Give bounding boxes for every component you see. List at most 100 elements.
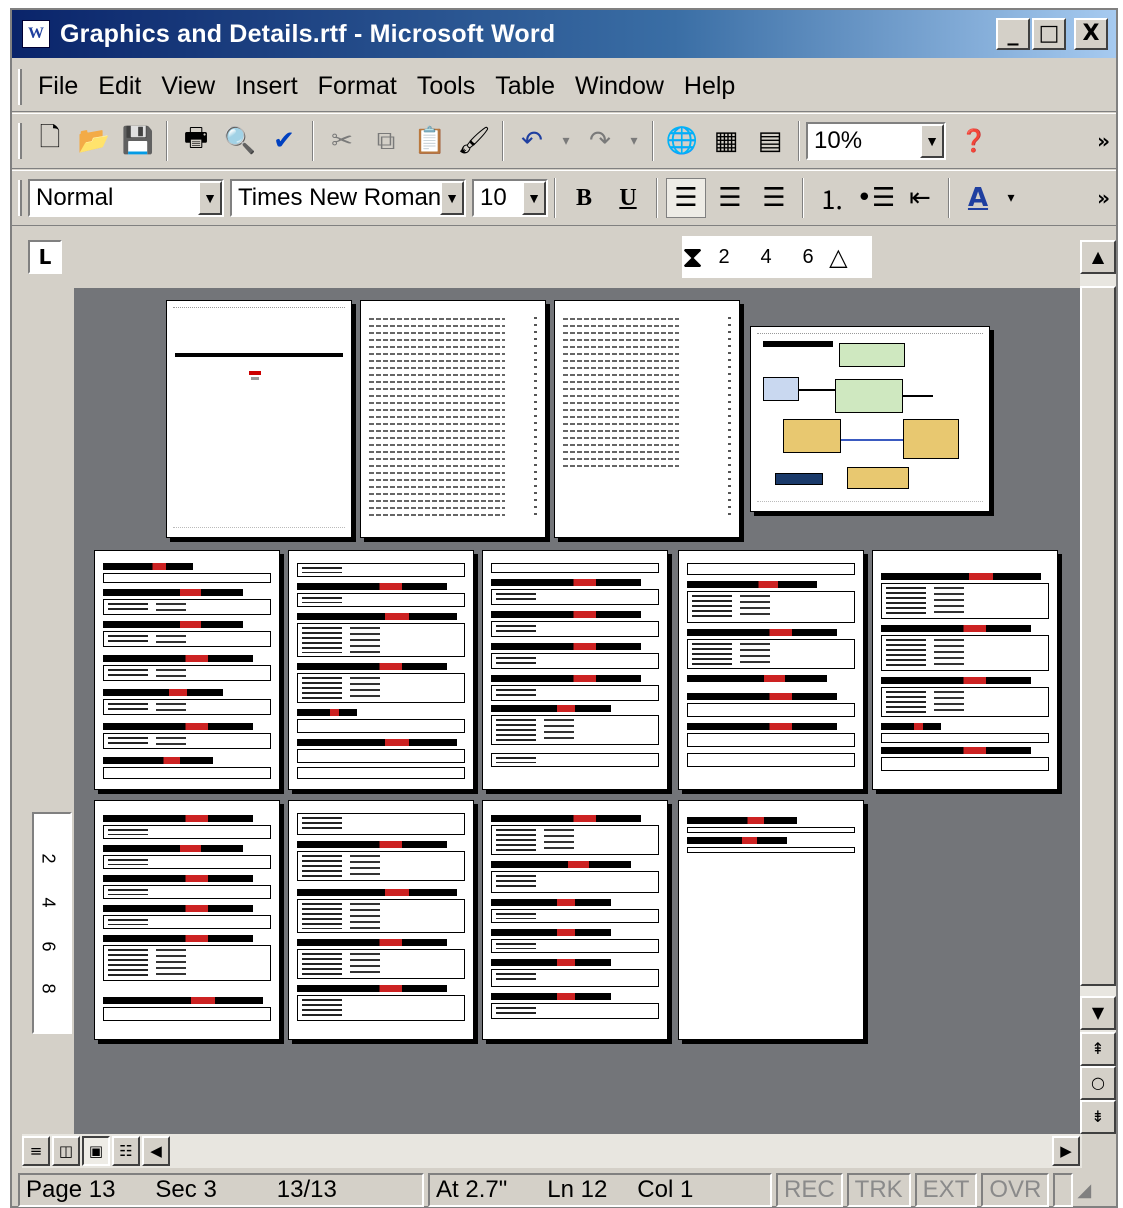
word-app-icon[interactable]: W: [22, 20, 50, 48]
scroll-thumb[interactable]: [1080, 286, 1116, 986]
bold-button[interactable]: B: [564, 178, 604, 218]
page-thumbnail-11[interactable]: [288, 800, 474, 1040]
print-layout-view-icon[interactable]: ▣: [82, 1136, 110, 1166]
page-thumbnail-1[interactable]: [166, 300, 352, 538]
menu-help[interactable]: Help: [674, 72, 745, 101]
align-right-icon[interactable]: ☰: [754, 178, 794, 218]
menu-table[interactable]: Table: [485, 72, 565, 101]
toolbar-overflow-icon[interactable]: »: [1097, 186, 1110, 210]
page-thumbnail-7[interactable]: [482, 550, 668, 790]
undo-dropdown-icon[interactable]: ▾: [556, 121, 576, 161]
page-thumbnail-10[interactable]: [94, 800, 280, 1040]
status-ovr[interactable]: OVR: [981, 1173, 1050, 1207]
menu-file[interactable]: File: [28, 72, 88, 101]
font-size-combo[interactable]: 10 ▼: [472, 179, 548, 217]
decrease-indent-icon[interactable]: ⇤: [900, 178, 940, 218]
vertical-scrollbar[interactable]: ▲ ▼ ⇞ ○ ⇟: [1080, 240, 1116, 1134]
form-block: [687, 733, 855, 747]
open-icon[interactable]: 📂: [74, 121, 114, 161]
page-thumbnail-4-diagram[interactable]: [750, 326, 990, 512]
redo-icon[interactable]: ↷: [580, 121, 620, 161]
status-ext[interactable]: EXT: [914, 1173, 978, 1207]
page-thumbnail-8[interactable]: [678, 550, 864, 790]
page-thumbnail-6[interactable]: [288, 550, 474, 790]
format-painter-icon[interactable]: 🖌: [454, 121, 494, 161]
spelling-icon[interactable]: ✔: [264, 121, 304, 161]
copy-icon[interactable]: ⧉: [366, 121, 406, 161]
zoom-combo[interactable]: 10% ▼: [806, 122, 946, 160]
vertical-ruler[interactable]: 2 4 6 8: [32, 812, 72, 1034]
minimize-button[interactable]: _: [996, 18, 1030, 50]
align-left-icon[interactable]: ☰: [666, 178, 706, 218]
paste-icon[interactable]: 📋: [410, 121, 450, 161]
font-color-icon[interactable]: A: [958, 178, 998, 218]
select-browse-object-icon[interactable]: ○: [1080, 1066, 1116, 1100]
page-thumbnail-2[interactable]: [360, 300, 546, 538]
font-combo[interactable]: Times New Roman ▼: [230, 179, 466, 217]
print-icon[interactable]: 🖶: [176, 121, 216, 161]
right-indent-marker-icon[interactable]: △: [829, 243, 847, 271]
form-text: [496, 757, 536, 763]
toolbar-overflow-icon[interactable]: »: [1097, 129, 1110, 153]
menu-insert[interactable]: Insert: [225, 72, 308, 101]
previous-page-icon[interactable]: ⇞: [1080, 1032, 1116, 1066]
style-dropdown-icon[interactable]: ▼: [198, 181, 222, 215]
cut-icon[interactable]: ✂: [322, 121, 362, 161]
scroll-right-icon[interactable]: ▶: [1052, 1136, 1080, 1166]
menu-edit[interactable]: Edit: [88, 72, 151, 101]
numbering-icon[interactable]: ⒈: [812, 178, 852, 218]
scroll-down-icon[interactable]: ▼: [1080, 996, 1116, 1030]
status-spelling-panel[interactable]: [1053, 1173, 1074, 1207]
page-thumbnail-12[interactable]: [482, 800, 668, 1040]
status-rec[interactable]: REC: [776, 1173, 843, 1207]
hyperlink-icon[interactable]: 🌐: [662, 121, 702, 161]
tables-borders-icon[interactable]: ▦: [706, 121, 746, 161]
menu-window[interactable]: Window: [565, 72, 674, 101]
underline-button[interactable]: U: [608, 178, 648, 218]
help-icon[interactable]: ❓: [954, 121, 994, 161]
font-dropdown-icon[interactable]: ▼: [440, 181, 464, 215]
status-position-panel[interactable]: At 2.7" Ln 12 Col 1: [428, 1173, 772, 1207]
indent-marker-icon[interactable]: ⧗: [682, 240, 703, 275]
font-size-dropdown-icon[interactable]: ▼: [522, 181, 546, 215]
status-page-panel[interactable]: Page 13 Sec 3 13/13: [18, 1173, 424, 1207]
style-combo[interactable]: Normal ▼: [28, 179, 224, 217]
center-icon[interactable]: ☰: [710, 178, 750, 218]
scroll-left-icon[interactable]: ◀: [142, 1136, 170, 1166]
form-section-title: [297, 939, 447, 946]
resize-grip-icon[interactable]: ◢: [1077, 1180, 1091, 1201]
new-icon[interactable]: 🗋: [30, 121, 70, 161]
close-button[interactable]: X: [1074, 18, 1108, 50]
page-thumbnail-3[interactable]: [554, 300, 740, 538]
insert-table-icon[interactable]: ▤: [750, 121, 790, 161]
zoom-value: 10%: [814, 127, 863, 154]
next-page-icon[interactable]: ⇟: [1080, 1100, 1116, 1134]
menu-tools[interactable]: Tools: [407, 72, 485, 101]
undo-icon[interactable]: ↶: [512, 121, 552, 161]
status-trk[interactable]: TRK: [846, 1173, 911, 1207]
outline-view-icon[interactable]: ☷: [112, 1136, 140, 1166]
horizontal-scrollbar[interactable]: ≡ ◫ ▣ ☷ ◀ ▶: [22, 1134, 1082, 1168]
menu-grip[interactable]: [18, 68, 22, 105]
page-thumbnail-5[interactable]: [94, 550, 280, 790]
toolbar-grip[interactable]: [18, 180, 22, 216]
menu-view[interactable]: View: [151, 72, 225, 101]
scroll-up-icon[interactable]: ▲: [1080, 240, 1116, 274]
title-bar[interactable]: W Graphics and Details.rtf - Microsoft W…: [12, 10, 1116, 58]
page-thumbnail-13[interactable]: [678, 800, 864, 1040]
web-layout-view-icon[interactable]: ◫: [52, 1136, 80, 1166]
redo-dropdown-icon[interactable]: ▾: [624, 121, 644, 161]
normal-view-icon[interactable]: ≡: [22, 1136, 50, 1166]
print-preview-icon[interactable]: 🔍: [220, 121, 260, 161]
maximize-button[interactable]: □: [1032, 18, 1066, 50]
document-area[interactable]: [74, 288, 1080, 1134]
toolbar-grip[interactable]: [18, 123, 22, 159]
menu-format[interactable]: Format: [308, 72, 407, 101]
tab-selector[interactable]: L: [28, 240, 62, 274]
zoom-dropdown-icon[interactable]: ▼: [920, 124, 944, 158]
save-icon[interactable]: 💾: [118, 121, 158, 161]
bullets-icon[interactable]: •☰: [856, 178, 896, 218]
page-thumbnail-9[interactable]: [872, 550, 1058, 790]
horizontal-ruler[interactable]: ⧗ 2 4 6 △: [682, 236, 872, 278]
font-color-dropdown-icon[interactable]: ▾: [1002, 178, 1020, 218]
